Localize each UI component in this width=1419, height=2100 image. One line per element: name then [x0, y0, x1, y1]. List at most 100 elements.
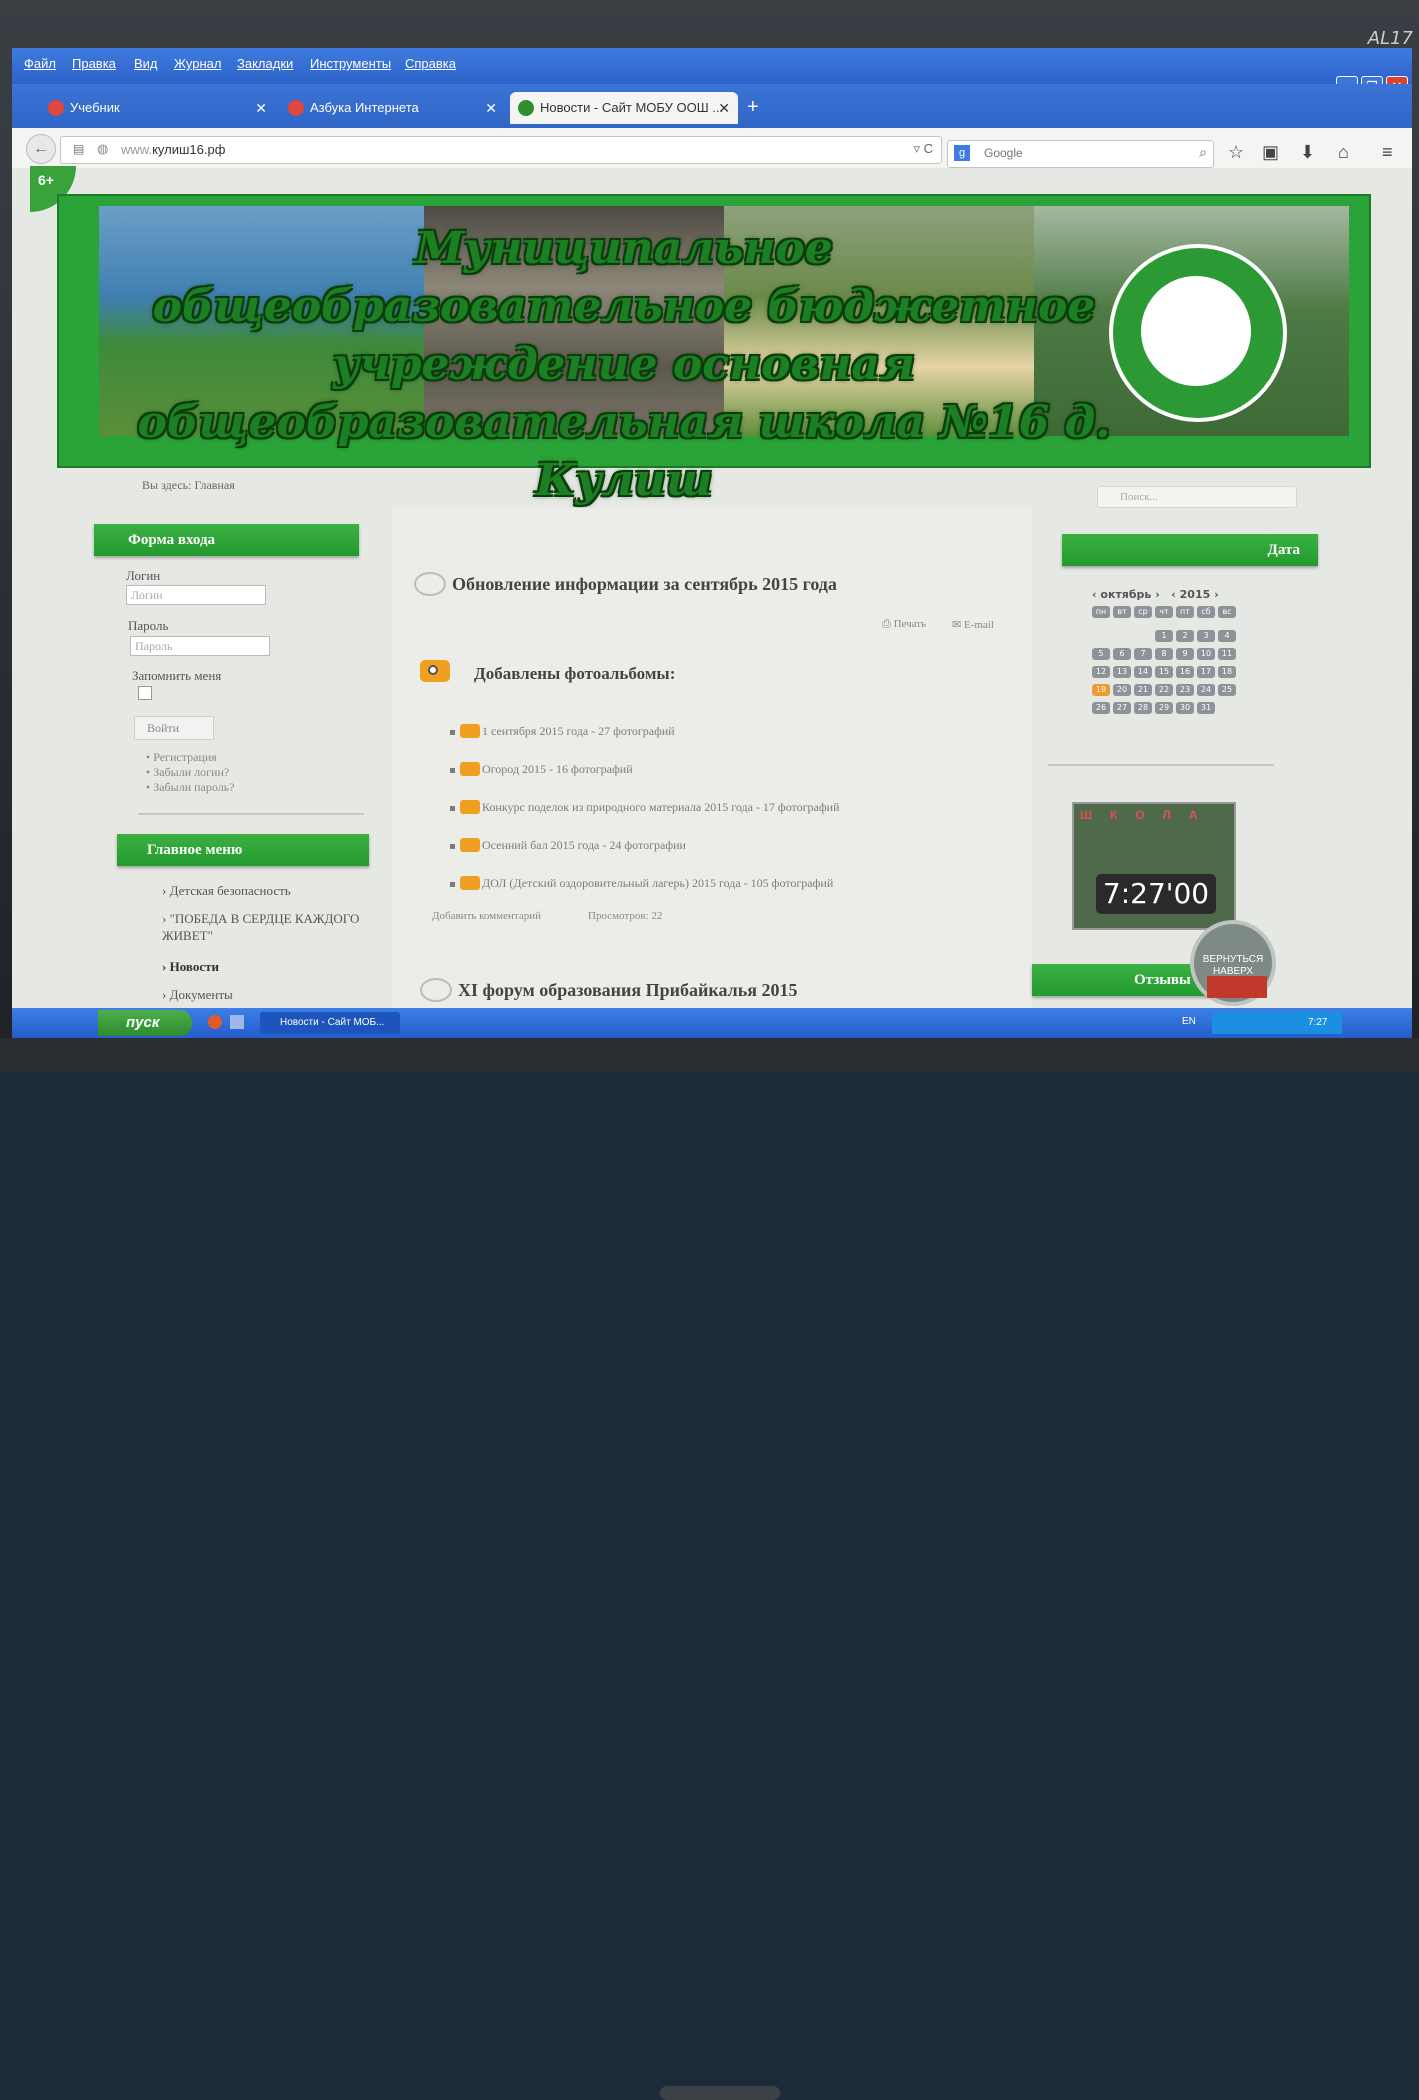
calendar-day[interactable]: 3 — [1197, 630, 1215, 642]
tab-uchebnik[interactable]: Учебник ✕ — [40, 92, 275, 124]
desktop-quicklaunch-icon[interactable] — [230, 1015, 244, 1029]
calendar-day[interactable]: 29 — [1155, 702, 1173, 714]
prev-year-icon[interactable]: ‹ — [1171, 588, 1176, 601]
menu-item-child-safety[interactable]: › Детская безопасность — [162, 882, 362, 899]
remember-checkbox[interactable] — [138, 686, 152, 700]
system-tray: 7:27 — [1212, 1012, 1342, 1034]
menu-help[interactable]: Справка — [405, 56, 456, 71]
home-icon[interactable]: ⌂ — [1338, 142, 1349, 163]
login-field[interactable]: Логин — [126, 585, 266, 605]
url-bar[interactable]: ▤ ◍ www.кулиш16.рф ▿ C — [60, 136, 942, 164]
calendar-day[interactable]: 27 — [1113, 702, 1131, 714]
password-field[interactable]: Пароль — [130, 636, 270, 656]
site-search-input[interactable]: Поиск... — [1097, 486, 1297, 508]
menu-icon[interactable]: ≡ — [1382, 142, 1393, 163]
calendar-day[interactable]: 15 — [1155, 666, 1173, 678]
calendar-day[interactable]: 22 — [1155, 684, 1173, 696]
calendar-day[interactable]: 7 — [1134, 648, 1152, 660]
reading-list-icon[interactable]: ▣ — [1262, 142, 1279, 163]
calendar-day[interactable]: 8 — [1155, 648, 1173, 660]
start-button[interactable]: пуск — [98, 1010, 192, 1036]
article-title[interactable]: Обновление информации за сентябрь 2015 г… — [452, 574, 837, 595]
menu-view[interactable]: Вид — [134, 56, 158, 71]
calendar-day[interactable]: 6 — [1113, 648, 1131, 660]
calendar-day[interactable]: 31 — [1197, 702, 1215, 714]
album-link[interactable]: 1 сентября 2015 года - 27 фотографий — [450, 724, 675, 739]
calendar-day[interactable]: 20 — [1113, 684, 1131, 696]
star-icon[interactable]: ☆ — [1228, 142, 1244, 163]
album-link[interactable]: ДОЛ (Детский оздоровительный лагерь) 201… — [450, 876, 833, 891]
calendar-day[interactable]: 18 — [1218, 666, 1236, 678]
calendar-day[interactable]: 17 — [1197, 666, 1215, 678]
calendar-day[interactable]: 24 — [1197, 684, 1215, 696]
calendar-day[interactable]: 28 — [1134, 702, 1152, 714]
calendar-day[interactable]: 10 — [1197, 648, 1215, 660]
calendar-day[interactable]: 16 — [1176, 666, 1194, 678]
taskbar-window-button[interactable]: Новости - Сайт МОБ... — [260, 1012, 400, 1034]
forgot-password-link[interactable]: • Забыли пароль? — [146, 780, 235, 795]
calendar-day[interactable]: 14 — [1134, 666, 1152, 678]
tab-close-icon[interactable]: ✕ — [718, 92, 730, 124]
monitor-model: AL17 — [1367, 28, 1413, 49]
menu-edit[interactable]: Правка — [72, 56, 116, 71]
back-arrow-icon[interactable]: ← — [26, 134, 56, 164]
add-comment-link[interactable]: Добавить комментарий — [432, 910, 541, 922]
album-link[interactable]: Осенний бал 2015 года - 24 фотографии — [450, 838, 686, 853]
calendar-day-today[interactable]: 19 — [1092, 684, 1110, 696]
calendar-day[interactable]: 26 — [1092, 702, 1110, 714]
calendar-day[interactable]: 23 — [1176, 684, 1194, 696]
menu-item-documents[interactable]: › Документы — [162, 986, 362, 1003]
email-link[interactable]: ✉ E-mail — [952, 618, 994, 631]
reload-icon[interactable]: ▿ C — [913, 141, 933, 157]
login-links: • Регистрация • Забыли логин? • Забыли п… — [146, 750, 235, 795]
tab-strip: Учебник ✕ Азбука Интернета ✕ Новости - С… — [12, 84, 1412, 128]
menu-history[interactable]: Журнал — [174, 56, 221, 71]
album-link[interactable]: Конкурс поделок из природного материала … — [450, 800, 840, 815]
breadcrumb-current[interactable]: Главная — [194, 478, 234, 492]
calendar-day[interactable]: 11 — [1218, 648, 1236, 660]
tab-close-icon[interactable]: ✕ — [255, 92, 267, 124]
speech-bubble-icon — [414, 572, 446, 596]
register-link[interactable]: • Регистрация — [146, 750, 235, 765]
calendar-day[interactable]: 13 — [1113, 666, 1131, 678]
tray-clock[interactable]: 7:27 — [1308, 1017, 1327, 1028]
search-bar[interactable]: g ⌕ — [947, 140, 1214, 168]
next-year-icon[interactable]: › — [1214, 588, 1219, 601]
menu-item-news[interactable]: › Новости — [162, 958, 362, 975]
menu-bookmarks[interactable]: Закладки — [237, 56, 293, 71]
divider — [138, 813, 364, 815]
camera-icon — [420, 660, 450, 682]
calendar-day[interactable]: 12 — [1092, 666, 1110, 678]
calendar-day[interactable]: 21 — [1134, 684, 1152, 696]
tab-close-icon[interactable]: ✕ — [485, 92, 497, 124]
login-button[interactable]: Войти — [134, 716, 214, 740]
calendar-day[interactable]: 5 — [1092, 648, 1110, 660]
album-link[interactable]: Огород 2015 - 16 фотографий — [450, 762, 633, 777]
calendar-day[interactable]: 25 — [1218, 684, 1236, 696]
calendar-day[interactable]: 9 — [1176, 648, 1194, 660]
monitor-bezel-bottom — [0, 1038, 1419, 2100]
menu-item-victory[interactable]: › "ПОБЕДА В СЕРДЦЕ КАЖДОГО ЖИВЕТ" — [162, 910, 367, 944]
print-link[interactable]: ⎙ Печать — [882, 618, 926, 631]
calendar-day[interactable]: 4 — [1218, 630, 1236, 642]
next-month-icon[interactable]: › — [1155, 588, 1160, 601]
bookmark-list-icon[interactable]: ▤ — [73, 142, 84, 156]
new-tab-icon[interactable]: + — [747, 96, 759, 119]
magnifier-icon[interactable]: ⌕ — [1199, 144, 1207, 161]
forgot-login-link[interactable]: • Забыли логин? — [146, 765, 235, 780]
menu-file[interactable]: Файл — [24, 56, 56, 71]
tab-azbuka[interactable]: Азбука Интернета ✕ — [280, 92, 505, 124]
calendar-day[interactable]: 2 — [1176, 630, 1194, 642]
search-input[interactable] — [982, 145, 1186, 161]
next-article-title[interactable]: XI форум образования Прибайкалья 2015 — [458, 980, 798, 1001]
calendar-day[interactable]: 30 — [1176, 702, 1194, 714]
prev-month-icon[interactable]: ‹ — [1092, 588, 1097, 601]
site-banner: Муниципальное общеобразовательное бюджет… — [57, 194, 1371, 506]
back-to-top-ribbon — [1207, 976, 1267, 998]
calendar-day[interactable]: 1 — [1155, 630, 1173, 642]
language-indicator[interactable]: EN — [1182, 1016, 1196, 1027]
tab-novosti[interactable]: Новости - Сайт МОБУ ООШ ... ✕ — [510, 92, 738, 124]
download-icon[interactable]: ⬇ — [1300, 142, 1315, 163]
browser-quicklaunch-icon[interactable] — [208, 1015, 222, 1029]
menu-tools[interactable]: Инструменты — [310, 56, 391, 71]
